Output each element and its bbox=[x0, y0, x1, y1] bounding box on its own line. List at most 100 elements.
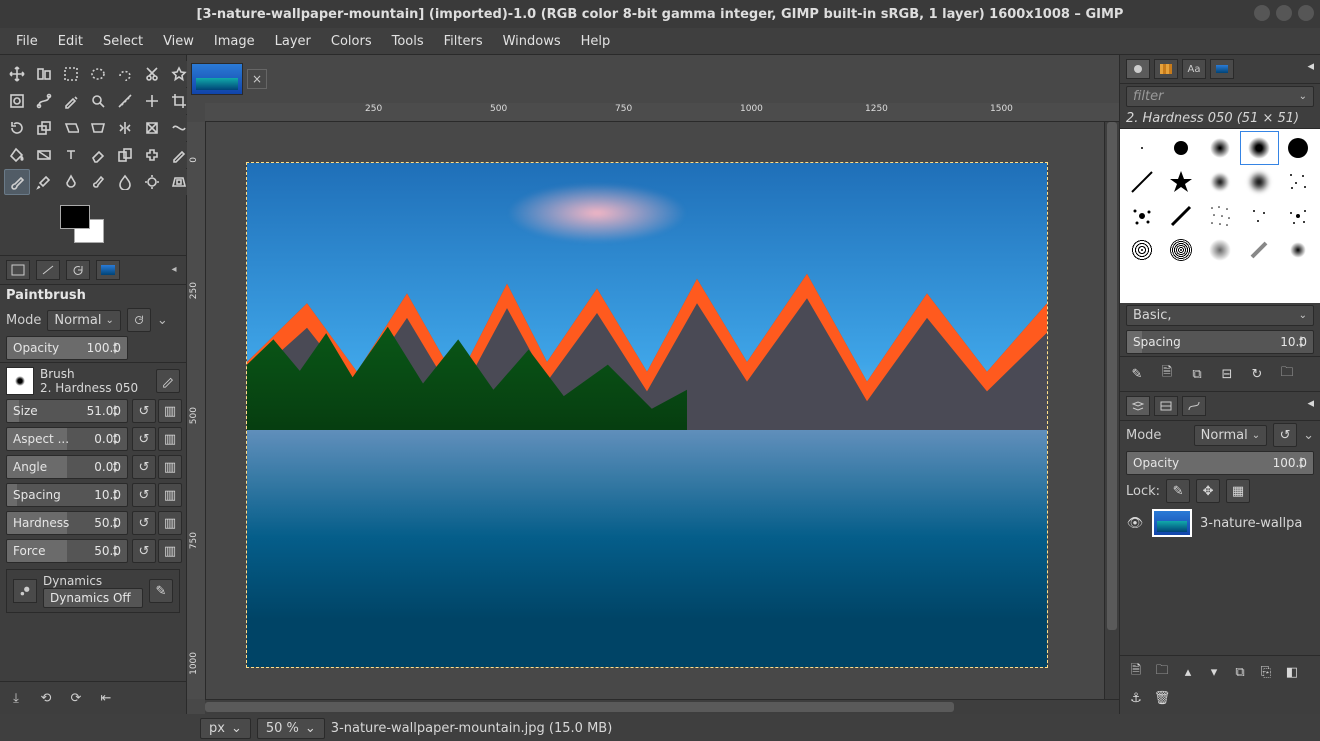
window-minimize-icon[interactable] bbox=[1254, 5, 1270, 21]
aspect-slider[interactable]: Aspect ...0.00▴▾ bbox=[6, 427, 128, 451]
document-tab-thumb[interactable] bbox=[191, 63, 243, 95]
tool-paths[interactable] bbox=[31, 88, 57, 114]
tool-bucket[interactable] bbox=[4, 142, 30, 168]
brush-duplicate-icon[interactable]: ⧉ bbox=[1186, 363, 1208, 385]
dynamics-select[interactable]: Dynamics Off bbox=[43, 588, 143, 608]
tab-brushes[interactable] bbox=[1126, 59, 1150, 79]
fg-color-swatch[interactable] bbox=[60, 205, 90, 229]
brush-edit-icon[interactable]: ✎ bbox=[1126, 363, 1148, 385]
mode-chevron-icon[interactable]: ⌄ bbox=[157, 313, 168, 328]
brush-swatch[interactable] bbox=[1279, 199, 1318, 233]
tool-clone[interactable] bbox=[112, 142, 138, 168]
ruler-vertical[interactable]: 0 250 500 750 1000 bbox=[187, 122, 206, 699]
force-slider[interactable]: Force50.0▴▾ bbox=[6, 539, 128, 563]
tool-ink[interactable] bbox=[58, 169, 84, 195]
layer-name[interactable]: 3-nature-wallpa bbox=[1200, 516, 1302, 531]
brush-swatch[interactable] bbox=[1161, 131, 1200, 165]
reset-options-icon[interactable]: ⇤ bbox=[96, 688, 116, 708]
lock-position-icon[interactable]: ✥ bbox=[1196, 479, 1220, 503]
spacing-slider[interactable]: Spacing10.0▴▾ bbox=[6, 483, 128, 507]
brush-edit-icon[interactable] bbox=[156, 369, 180, 393]
tool-move[interactable] bbox=[4, 61, 30, 87]
aspect-link-icon[interactable]: ▥ bbox=[158, 427, 182, 451]
angle-slider[interactable]: Angle0.00▴▾ bbox=[6, 455, 128, 479]
save-options-icon[interactable]: ⤓ bbox=[6, 688, 26, 708]
tool-align[interactable] bbox=[31, 61, 57, 87]
opacity-slider[interactable]: Opacity 100.0 ▴▾ bbox=[6, 336, 128, 360]
ruler-horizontal[interactable]: 250 500 750 1000 1250 1500 bbox=[205, 103, 1119, 122]
window-close-icon[interactable] bbox=[1298, 5, 1314, 21]
tool-airbrush[interactable] bbox=[31, 169, 57, 195]
brush-refresh-icon[interactable]: ↻ bbox=[1246, 363, 1268, 385]
tab-channels[interactable] bbox=[1154, 396, 1178, 416]
layer-item[interactable]: 👁 3-nature-wallpa bbox=[1120, 505, 1320, 541]
menu-layer[interactable]: Layer bbox=[265, 30, 321, 53]
brush-delete-icon[interactable]: ⊟ bbox=[1216, 363, 1238, 385]
tool-scissors[interactable] bbox=[139, 61, 165, 87]
tool-foreground-select[interactable] bbox=[4, 88, 30, 114]
menu-filters[interactable]: Filters bbox=[434, 30, 493, 53]
brush-spacing-slider[interactable]: Spacing10.0▴▾ bbox=[1126, 330, 1314, 354]
layer-merge-icon[interactable]: ⎘ bbox=[1256, 662, 1276, 682]
tool-measure[interactable] bbox=[112, 88, 138, 114]
tool-cage[interactable] bbox=[139, 115, 165, 141]
brush-swatch[interactable] bbox=[1161, 199, 1200, 233]
delete-options-icon[interactable]: ⟳ bbox=[66, 688, 86, 708]
brush-swatch[interactable] bbox=[1122, 233, 1161, 267]
hardness-link-icon[interactable]: ▥ bbox=[158, 511, 182, 535]
tool-rotate[interactable] bbox=[4, 115, 30, 141]
menu-file[interactable]: File bbox=[6, 30, 48, 53]
tool-perspective[interactable] bbox=[85, 115, 111, 141]
layer-mode-reset-icon[interactable]: ↺ bbox=[1273, 423, 1297, 447]
angle-reset-icon[interactable]: ↺ bbox=[132, 455, 156, 479]
tool-shear[interactable] bbox=[58, 115, 84, 141]
angle-link-icon[interactable]: ▥ bbox=[158, 455, 182, 479]
brush-swatch[interactable] bbox=[1279, 131, 1318, 165]
dynamics-icon[interactable] bbox=[13, 579, 37, 603]
layer-delete-icon[interactable]: 🗑 bbox=[1152, 688, 1172, 708]
aspect-reset-icon[interactable]: ↺ bbox=[132, 427, 156, 451]
mode-select[interactable]: Normal⌄ bbox=[47, 310, 120, 331]
dynamics-edit-icon[interactable]: ✎ bbox=[149, 579, 173, 603]
tool-smudge[interactable] bbox=[85, 169, 111, 195]
menu-view[interactable]: View bbox=[153, 30, 204, 53]
brush-swatch[interactable] bbox=[1240, 199, 1279, 233]
mode-reset-icon[interactable] bbox=[127, 308, 151, 332]
tool-paintbrush[interactable] bbox=[4, 169, 30, 195]
brush-swatch[interactable] bbox=[1200, 131, 1239, 165]
hardness-reset-icon[interactable]: ↺ bbox=[132, 511, 156, 535]
brush-open-icon[interactable]: 🗀 bbox=[1276, 363, 1298, 385]
tool-ellipse-select[interactable] bbox=[85, 61, 111, 87]
tab-undo-history[interactable] bbox=[66, 260, 90, 280]
tool-rect-select[interactable] bbox=[58, 61, 84, 87]
layer-group-icon[interactable]: 🗀 bbox=[1152, 662, 1172, 682]
menu-select[interactable]: Select bbox=[93, 30, 153, 53]
tab-device-status[interactable] bbox=[36, 260, 60, 280]
brush-swatch[interactable] bbox=[1200, 199, 1239, 233]
spacing-reset-icon[interactable]: ↺ bbox=[132, 483, 156, 507]
window-maximize-icon[interactable] bbox=[1276, 5, 1292, 21]
layer-down-icon[interactable]: ▾ bbox=[1204, 662, 1224, 682]
tool-free-select[interactable] bbox=[112, 61, 138, 87]
brush-preset-select[interactable]: Basic,⌄ bbox=[1126, 305, 1314, 326]
brush-preview[interactable] bbox=[6, 367, 34, 395]
restore-options-icon[interactable]: ⟲ bbox=[36, 688, 56, 708]
tool-flip[interactable] bbox=[112, 115, 138, 141]
brush-swatch[interactable] bbox=[1279, 165, 1318, 199]
vertical-scrollbar[interactable] bbox=[1104, 122, 1119, 699]
brush-new-icon[interactable]: 🗎 bbox=[1156, 363, 1178, 385]
brush-swatch-selected[interactable] bbox=[1240, 131, 1279, 165]
canvas[interactable] bbox=[206, 122, 1104, 699]
layer-up-icon[interactable]: ▴ bbox=[1178, 662, 1198, 682]
tool-blur[interactable] bbox=[112, 169, 138, 195]
right-tabs-menu2-icon[interactable]: ◂ bbox=[1307, 396, 1314, 416]
tool-eraser[interactable] bbox=[85, 142, 111, 168]
brush-swatch[interactable] bbox=[1122, 199, 1161, 233]
tab-doc-history[interactable] bbox=[1210, 59, 1234, 79]
horizontal-scrollbar[interactable] bbox=[205, 699, 1119, 714]
brush-swatch[interactable] bbox=[1122, 131, 1161, 165]
size-slider[interactable]: Size51.00▴▾ bbox=[6, 399, 128, 423]
layer-visibility-icon[interactable]: 👁 bbox=[1126, 516, 1144, 531]
tab-images[interactable] bbox=[96, 260, 120, 280]
layer-mode-select[interactable]: Normal⌄ bbox=[1194, 425, 1267, 446]
